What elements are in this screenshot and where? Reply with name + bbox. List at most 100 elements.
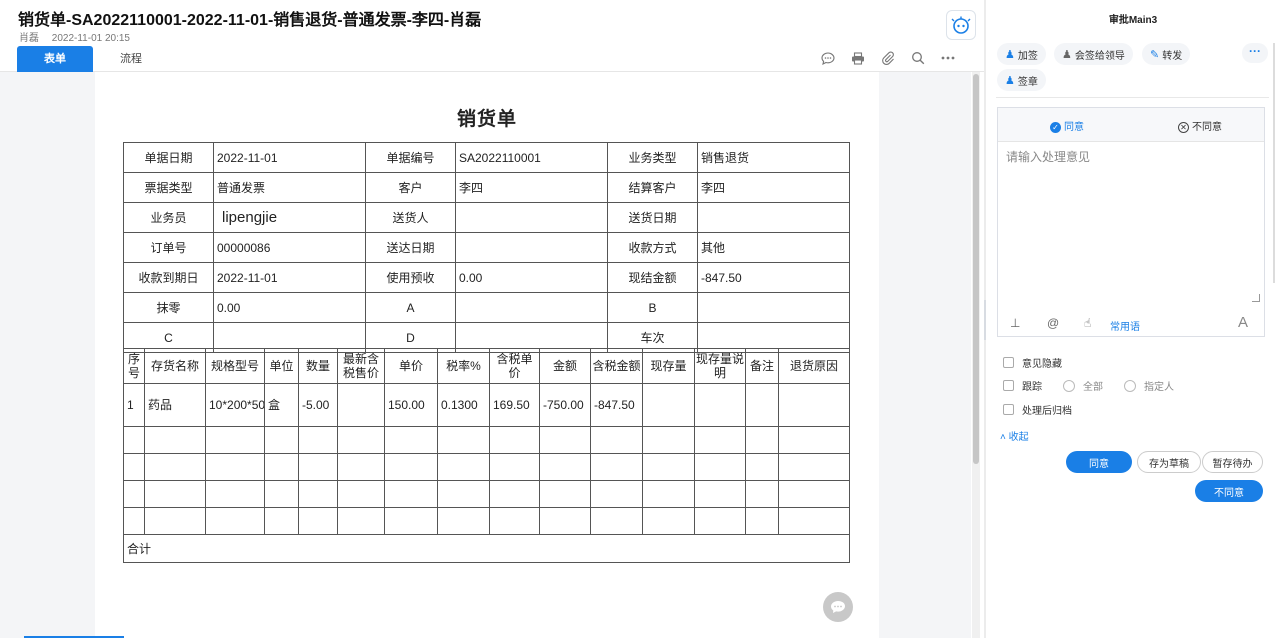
tab-flow[interactable]: 流程 (106, 46, 156, 72)
field-label: 客户 (365, 172, 456, 203)
opinion-disagree-tab[interactable]: ✕ 不同意 (1178, 118, 1222, 133)
column-header: 现存量说明 (694, 348, 746, 384)
item-row (123, 507, 850, 535)
column-header: 含税金额 (590, 348, 643, 384)
item-cell: 药品 (144, 383, 206, 427)
search-icon[interactable] (909, 50, 927, 66)
common-phrases-link[interactable]: 常用语 (1110, 318, 1140, 333)
opinion-agree-label: 同意 (1064, 122, 1084, 133)
attachment-icon[interactable]: ⊥ (1010, 316, 1020, 330)
forward-button[interactable]: ✎ 转发 (1142, 43, 1191, 65)
item-cell (298, 507, 338, 535)
item-cell (642, 453, 695, 481)
tab-form[interactable]: 表单 (17, 46, 93, 72)
field-label: 送货人 (365, 202, 456, 233)
opinion-input[interactable]: 请输入处理意见 (1006, 148, 1090, 165)
item-cell (745, 426, 779, 454)
item-cell (384, 426, 438, 454)
item-cell (778, 507, 850, 535)
x-circle-icon: ✕ (1178, 122, 1189, 133)
forward-label: 转发 (1162, 50, 1183, 62)
item-cell (694, 480, 746, 508)
archive-checkbox[interactable]: 处理后归档 (1003, 402, 1072, 417)
item-cell (539, 507, 591, 535)
item-cell (144, 480, 206, 508)
robot-assistant-icon[interactable] (946, 10, 976, 40)
attachment-icon[interactable] (879, 50, 897, 66)
field-label: B (607, 292, 698, 323)
track-checkbox[interactable]: 跟踪 (1003, 378, 1042, 393)
print-icon[interactable] (849, 50, 867, 66)
item-cell (144, 507, 206, 535)
column-header: 数量 (298, 348, 338, 384)
font-format-icon[interactable]: A (1238, 314, 1248, 331)
item-cell (437, 453, 490, 481)
seal-icon: ♟ (1005, 74, 1015, 87)
field-value (455, 292, 608, 323)
field-value: 2022-11-01 (213, 262, 366, 293)
hide-opinion-label: 意见隐藏 (1022, 359, 1062, 370)
radio-circle (1063, 379, 1075, 392)
created-datetime: 2022-11-01 20:15 (51, 33, 130, 44)
agree-button[interactable]: 同意 (1066, 451, 1132, 473)
item-row (123, 453, 850, 481)
toolbar (819, 50, 957, 66)
collapse-link[interactable]: ˄ 收起 (1000, 428, 1029, 443)
item-cell (489, 453, 540, 481)
save-draft-button[interactable]: 存为草稿 (1137, 451, 1201, 473)
field-label: 收款到期日 (123, 262, 214, 293)
item-cell: -847.50 (590, 383, 643, 427)
track-all-label: 全部 (1083, 382, 1103, 393)
field-value (455, 232, 608, 263)
hold-button[interactable]: 暂存待办 (1202, 451, 1263, 473)
track-all-radio[interactable]: 全部 (1063, 378, 1103, 393)
chat-bubble-icon[interactable] (823, 592, 853, 622)
field-value: 李四 (455, 172, 608, 203)
scrollbar-thumb[interactable] (973, 74, 979, 464)
item-cell (298, 480, 338, 508)
column-header: 现存量 (642, 348, 695, 384)
item-cell (144, 426, 206, 454)
item-row (123, 426, 850, 454)
item-cell (642, 507, 695, 535)
divider (996, 97, 1269, 98)
comment-icon[interactable] (819, 50, 837, 66)
item-cell (264, 453, 299, 481)
item-cell (694, 383, 746, 427)
seal-button[interactable]: ♟ 签章 (997, 69, 1046, 91)
items-header-row: 序号 存货名称 规格型号 单位 数量 最新含税售价 单价 税率% 含税单价 金额 含税金额 现存量 现存… (123, 348, 850, 384)
track-assigned-radio[interactable]: 指定人 (1124, 378, 1174, 393)
hide-opinion-checkbox[interactable]: 意见隐藏 (1003, 355, 1062, 370)
item-cell (437, 507, 490, 535)
mention-icon[interactable]: @ (1047, 316, 1059, 330)
thumbs-up-icon[interactable]: ☝ (1084, 316, 1091, 330)
item-cell: -5.00 (298, 383, 338, 427)
field-value: -847.50 (697, 262, 850, 293)
more-icon[interactable] (939, 50, 957, 66)
opinion-agree-tab[interactable]: ✓ 同意 (1050, 118, 1084, 133)
countersign-leader-button[interactable]: ♟ 会签给领导 (1054, 43, 1133, 65)
field-value (697, 202, 850, 233)
field-label: 收款方式 (607, 232, 698, 263)
document-canvas: 销货单 单据日期 2022-11-01 单据编号 SA2022110001 业务类型… (0, 72, 971, 638)
item-row: 1 药品 10*200*50 盒 -5.00 150.00 0.1300 169.50 -750… (123, 383, 850, 427)
field-label: 业务员 (123, 202, 214, 233)
panel-scrollbar[interactable] (1273, 43, 1275, 283)
item-cell (642, 426, 695, 454)
item-cell (337, 480, 385, 508)
item-cell (539, 480, 591, 508)
item-cell (123, 480, 145, 508)
add-signer-button[interactable]: ♟ 加签 (997, 43, 1046, 65)
more-actions-button[interactable]: ··· (1242, 43, 1268, 63)
column-header: 税率% (437, 348, 490, 384)
field-label: 单据编号 (365, 142, 456, 173)
item-cell (489, 426, 540, 454)
field-value: 00000086 (213, 232, 366, 263)
disagree-button[interactable]: 不同意 (1195, 480, 1263, 502)
header-row: 订单号 00000086 送达日期 收款方式 其他 (123, 232, 850, 263)
form-paper: 销货单 单据日期 2022-11-01 单据编号 SA2022110001 业务类型… (95, 72, 879, 638)
document-scrollbar[interactable] (972, 72, 980, 638)
resize-handle-icon[interactable] (1252, 294, 1260, 302)
collapse-label: 收起 (1008, 432, 1029, 443)
item-cell: 150.00 (384, 383, 438, 427)
